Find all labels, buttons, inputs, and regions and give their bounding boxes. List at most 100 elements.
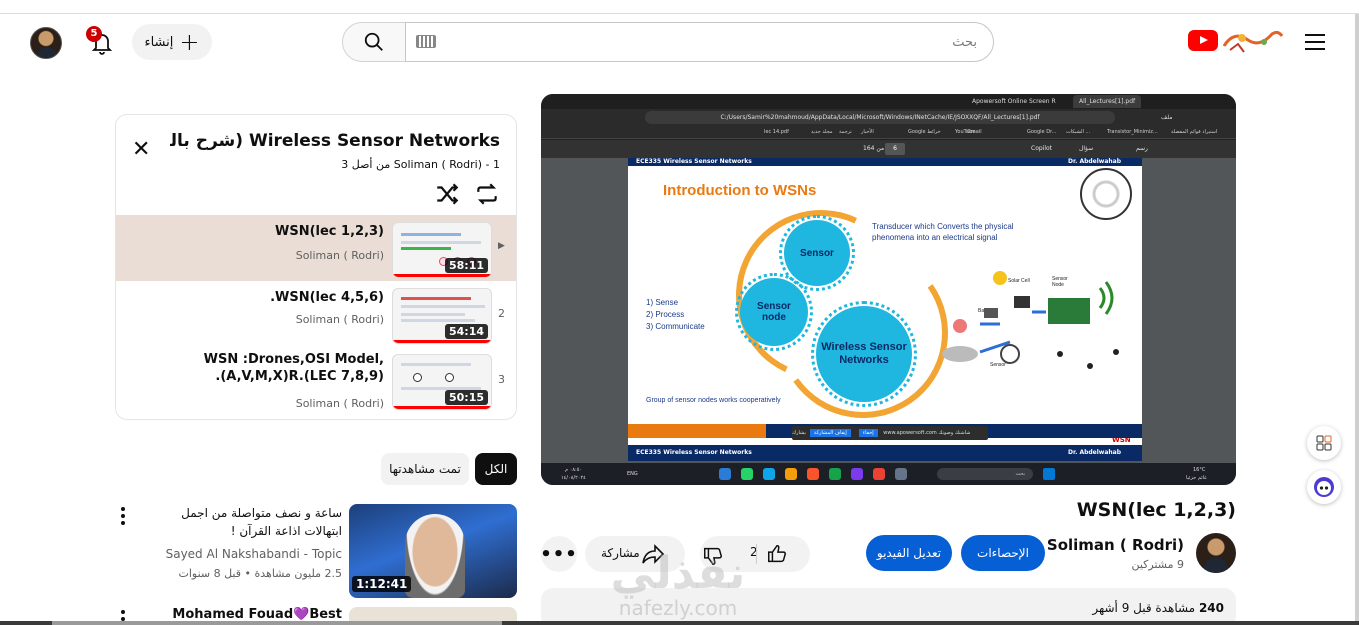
university-seal-icon [1080,168,1132,220]
bookmark: Google Dr... [1027,129,1057,135]
bookmark: استيراد قوائم المفضلة [1171,129,1218,135]
bookmark: الأخبار [861,129,874,135]
bookmark: الشبكات ... [1066,129,1091,135]
notification-count-badge: 5 [86,26,102,42]
recommendation-meta: 2.5 مليون مشاهدة • قبل 8 سنوات [178,567,342,580]
view-count-suffix: مشاهدة قبل 9 أشهر [1092,601,1196,615]
search-input[interactable] [405,22,994,62]
slide-list-item: 1) Sense [646,298,679,307]
brave-icon [807,468,819,480]
slide-list-item: 3) Communicate [646,322,705,331]
description-box[interactable]: 240 مشاهدة قبل 9 أشهر [541,588,1236,625]
extension-apps-icon[interactable] [1307,426,1341,460]
share-button[interactable]: مشاركة [585,536,685,572]
recommendation-title[interactable]: ساعة و نصف متواصلة من اجمل ابتهالات اذاع… [150,504,342,540]
recommendation-channel[interactable]: Sayed Al Nakshabandi - Topic [150,547,342,561]
more-horizontal-icon: ••• [540,543,578,565]
dislike-icon[interactable] [702,545,724,567]
playlist-item[interactable]: 3 50:15 WSN :Drones,OSI Model, (A,V,M,X)… [116,347,516,413]
bookmark: Google خرائط [908,129,941,135]
like-divider [756,544,757,564]
edge-icon [763,468,775,480]
share-hide-button: إخفاء [858,429,878,437]
like-icon[interactable] [766,543,788,565]
filter-chip-watched[interactable]: تمت مشاهدتها [381,453,469,485]
close-icon[interactable]: ✕ [132,139,150,161]
shuffle-icon[interactable] [434,181,460,207]
subscriber-count: 9 مشتركين [1131,558,1184,571]
youtube-play-icon [1188,30,1218,51]
gear-sensor: Sensor [779,215,855,291]
recorded-tab-active: All_Lectures[1].pdf [1073,95,1142,108]
menu-icon[interactable] [1305,34,1325,50]
create-button[interactable]: إنشاء + [132,24,212,60]
page-scrollbar[interactable] [1355,14,1359,625]
bookmark: YouTube [955,129,976,135]
playlist-item-index: ▶ [498,241,505,251]
taskbar-lang: ENG [627,471,638,477]
reciter-portrait [405,514,465,598]
filter-chip-all[interactable]: الكل [475,453,517,485]
browser-top-edge [0,0,1359,14]
excel-icon [829,468,841,480]
recorded-windows-taskbar: ٠٨:٥٠ م ١٤/٠٨/٢٠٢٤ ENG بحث 16°C غائم جزئ… [541,463,1236,485]
youtube-logo[interactable] [1188,26,1284,56]
video-title: WSN(lec 1,2,3) [1076,499,1236,521]
share-stop-button: إيقاف المشاركة [809,429,851,437]
slide-title: Introduction to WSNs [663,182,817,199]
slide-header-band: ECE335 Wireless Sensor Networks Dr. Abde… [628,158,1142,174]
recorded-bookmarks: استيراد قوائم المفضلة Transistor_Minimiz… [541,126,1236,139]
analytics-button[interactable]: الإحصاءات [961,535,1045,571]
edit-video-button[interactable]: تعديل الفيديو [866,535,952,571]
os-taskbar-edge [0,621,1359,625]
playlist-item-index: 2 [498,307,505,320]
more-actions-button[interactable]: ••• [540,536,578,572]
playlist-item-title: WSN :Drones,OSI Model, (A,V,M,X)R.(LEC 7… [203,352,384,384]
sensor-network-illustration [942,271,1119,369]
recommendation-duration: 1:12:41 [352,576,412,592]
slide-transducer-line: Transducer which Converts the physical [872,222,1014,231]
channel-name[interactable]: Soliman ( Rodri) [1040,536,1184,554]
video-player[interactable]: Apowersoft Online Screen R All_Lectures[… [541,94,1236,485]
playlist-item-thumbnail: 50:15 [392,354,492,410]
slide-footer-band: ECE335 Wireless Sensor Networks Dr. Abde… [628,445,1142,461]
playlist-title[interactable]: Wireless Sensor Networks (شرح بالعربى [170,131,500,151]
masthead: إنشاء + 5 [0,14,1359,70]
loop-icon[interactable] [474,181,500,207]
bot-face-icon [1314,477,1334,497]
grid-icon [1316,435,1332,451]
recommendation-title[interactable]: Mohamed Fouad💜Best [150,607,342,622]
recorded-browser-tabs: Apowersoft Online Screen R All_Lectures[… [541,94,1236,109]
playlist-item-channel: Soliman ( Rodri) [295,397,384,410]
playlist-item[interactable]: ▶ 58:11 WSN(lec 1,2,3) Soliman ( Rodri) [116,215,516,281]
account-avatar[interactable] [30,27,62,59]
slide-course-label: ECE335 Wireless Sensor Networks [636,158,752,165]
search-icon [364,32,383,51]
doodle-icon [1222,30,1284,53]
playlist-owner[interactable]: Soliman ( Rodri) [394,158,482,171]
playlist-panel: Wireless Sensor Networks (شرح بالعربى So… [115,114,517,420]
share-label: مشاركة [601,546,640,560]
playlist-item-thumbnail: 58:11 [392,222,492,278]
playlist-item-duration: 54:14 [444,324,488,339]
gear-sensor-node: Sensor node [735,273,813,351]
bookmark: ترجمة [839,129,852,135]
recorded-address-bar: C:/Users/Samir%20mahmoud/AppData/Local/M… [541,109,1236,126]
slide-group-line: Group of sensor nodes works cooperativel… [646,397,781,404]
playlist-item-duration: 58:11 [444,258,488,273]
playlist-item-duration: 50:15 [444,390,488,405]
recorded-tab: Apowersoft Online Screen R [972,98,1056,105]
playlist-item-title: WSN(lec 1,2,3) [275,224,384,239]
taskbar-app-icon [719,468,731,480]
more-vertical-icon[interactable] [120,507,126,525]
pdf-draw: رسم [1136,145,1148,152]
slide-transducer-line: phenomena into an electrical signal [872,233,998,242]
playlist-item[interactable]: 2 54:14 WSN(lec 4,5,6). Soliman ( Rodri) [116,281,516,347]
channel-avatar[interactable] [1196,533,1236,573]
keyboard-icon[interactable] [416,35,436,48]
taskbar-date: ١٤/٠٨/٢٠٢٤ [561,475,586,481]
assistant-bot-icon[interactable] [1307,470,1341,504]
playlist-item-title: WSN(lec 4,5,6). [270,290,384,305]
folder-icon [785,468,797,480]
search-button[interactable] [342,22,406,62]
